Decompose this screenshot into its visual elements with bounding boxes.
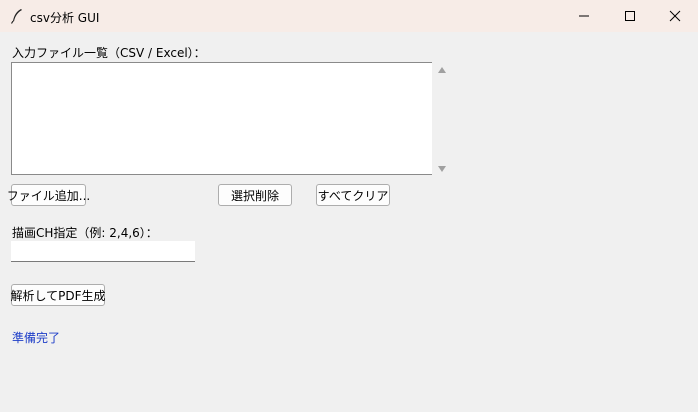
status-text: 準備完了 bbox=[12, 331, 61, 345]
minimize-icon bbox=[579, 15, 589, 17]
window-title: csv分析 GUI bbox=[30, 11, 100, 25]
feather-icon bbox=[10, 8, 24, 24]
generate-pdf-button[interactable]: 解析してPDF生成 bbox=[10, 284, 106, 306]
channel-spec-input[interactable] bbox=[11, 241, 195, 262]
close-button[interactable] bbox=[652, 0, 698, 32]
file-list-label: 入力ファイル一覧（CSV / Excel）： bbox=[12, 46, 206, 60]
scroll-down-arrow-icon[interactable] bbox=[438, 166, 446, 172]
close-icon bbox=[669, 10, 681, 22]
file-listbox[interactable] bbox=[11, 62, 432, 175]
scroll-up-arrow-icon[interactable] bbox=[438, 67, 446, 73]
file-list-scrollbar[interactable] bbox=[433, 62, 451, 175]
maximize-icon bbox=[625, 11, 635, 21]
add-file-button[interactable]: ファイル追加... bbox=[7, 184, 90, 206]
minimize-button[interactable] bbox=[561, 0, 607, 32]
title-bar: csv分析 GUI bbox=[0, 0, 698, 32]
channel-spec-label: 描画CH指定（例: 2,4,6）： bbox=[12, 226, 158, 240]
delete-selected-button[interactable]: 選択削除 bbox=[218, 184, 292, 206]
maximize-button[interactable] bbox=[607, 0, 653, 32]
clear-all-button[interactable]: すべてクリア bbox=[316, 184, 390, 206]
